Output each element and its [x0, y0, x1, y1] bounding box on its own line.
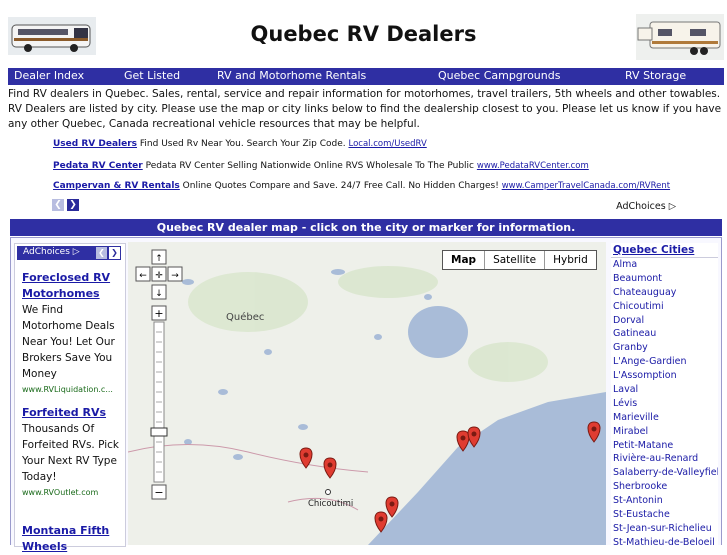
ad-text: Online Quotes Compare and Save. 24/7 Fre… [182, 181, 499, 191]
city-link[interactable]: Beaumont [611, 272, 718, 286]
ad-headline[interactable]: Forfeited RVs [22, 405, 122, 421]
map-type-satellite[interactable]: Satellite [484, 251, 544, 269]
city-link[interactable]: Lévis [611, 397, 718, 411]
city-link[interactable]: Rivière-au-Renard [611, 452, 718, 466]
ad-next-button[interactable]: ❯ [109, 247, 120, 259]
adchoices-icon: ▷ [668, 201, 676, 212]
sidebar-ad[interactable]: Foreclosed RV Motorhomes We Find Motorho… [22, 270, 122, 398]
svg-text:+: + [154, 307, 163, 320]
city-link[interactable]: Laval [611, 383, 718, 397]
svg-text:−: − [154, 486, 163, 499]
sidebar-ad[interactable]: Forfeited RVs Thousands Of Forfeited RVs… [22, 405, 122, 501]
intro-text: Find RV dealers in Quebec. Sales, rental… [8, 88, 722, 130]
city-link[interactable]: Petit-Matane [611, 439, 718, 453]
dealer-map[interactable]: Québec Chicoutimi ↑ ← ✛ → ↓ + − Map Sate… [128, 242, 606, 545]
nav-item[interactable]: Quebec Campgrounds [438, 69, 560, 82]
city-link[interactable]: Dorval [611, 314, 718, 328]
ad-prev-button[interactable]: ❮ [52, 199, 64, 211]
text-ads-block: Used RV Dealers Find Used Rv Near You. S… [48, 136, 684, 216]
city-link[interactable]: L'Assomption [611, 369, 718, 383]
ad-url[interactable]: www.RVOutlet.com [22, 485, 122, 501]
ad-headline[interactable]: Used RV Dealers [53, 139, 137, 149]
svg-text:↓: ↓ [155, 289, 163, 299]
ad-text: We Find Motorhome Deals Near You! Let Ou… [22, 304, 115, 380]
nav-item[interactable]: RV Storage [625, 69, 686, 82]
map-type-hybrid[interactable]: Hybrid [544, 251, 596, 269]
city-link[interactable]: Chicoutimi [611, 300, 718, 314]
sidebar-ad[interactable]: Montana Fifth Wheels [22, 523, 122, 555]
zoom-slider-handle[interactable] [150, 427, 168, 437]
svg-text:✛: ✛ [155, 271, 163, 281]
map-type-switcher: Map Satellite Hybrid [442, 250, 597, 270]
city-link[interactable]: St-Mathieu-de-Beloeil [611, 536, 718, 545]
ad-url[interactable]: www.CamperTravelCanada.com/RVRent [502, 181, 670, 191]
ad-headline[interactable]: Foreclosed RV Motorhomes [22, 270, 122, 302]
map-section-title: Quebec RV dealer map - click on the city… [10, 219, 722, 236]
nav-item[interactable]: RV and Motorhome Rentals [217, 69, 366, 82]
ad-url[interactable]: www.PedataRVCenter.com [477, 161, 589, 171]
ad-prev-button[interactable]: ❮ [96, 247, 107, 259]
map-canvas[interactable]: Québec Chicoutimi ↑ ← ✛ → ↓ + − [128, 242, 606, 545]
city-link[interactable]: Sherbrooke [611, 480, 718, 494]
city-list: Quebec Cities Alma Beaumont Chateauguay Chi… [611, 243, 718, 545]
city-link[interactable]: Granby [611, 341, 718, 355]
city-link[interactable]: St-Jean-sur-Richelieu [611, 522, 718, 536]
svg-text:→: → [171, 271, 179, 281]
svg-text:↑: ↑ [155, 254, 163, 264]
svg-text:←: ← [139, 271, 147, 281]
city-link[interactable]: Salaberry-de-Valleyfield [611, 466, 718, 480]
city-link[interactable]: St-Antonin [611, 494, 718, 508]
city-link[interactable]: Gatineau [611, 327, 718, 341]
city-link[interactable]: Marieville [611, 411, 718, 425]
city-link[interactable]: L'Ange-Gardien [611, 355, 718, 369]
ad-item[interactable]: Pedata RV Center Pedata RV Center Sellin… [53, 161, 589, 171]
map-label-province: Québec [226, 311, 264, 323]
nav-item[interactable]: Dealer Index [14, 69, 84, 82]
ad-next-button[interactable]: ❯ [67, 199, 79, 211]
sidebar-ads: AdChoices ▷ ❮ ❯ Foreclosed RV Motorhomes… [14, 243, 126, 553]
city-link[interactable]: Alma [611, 258, 718, 272]
map-label-city: Chicoutimi [308, 499, 353, 509]
main-nav: Dealer Index Get Listed RV and Motorhome R… [8, 68, 724, 85]
ad-text: Pedata RV Center Selling Nationwide Onli… [145, 161, 474, 171]
city-link[interactable]: St-Eustache [611, 508, 718, 522]
ad-headline[interactable]: Campervan & RV Rentals [53, 181, 180, 191]
ad-item[interactable]: Used RV Dealers Find Used Rv Near You. S… [53, 139, 427, 149]
ad-text: Thousands Of Forfeited RVs. Pick Your Ne… [22, 423, 119, 483]
adchoices-link[interactable]: AdChoices ▷ [616, 201, 676, 212]
ad-url[interactable]: Local.com/UsedRV [348, 139, 426, 149]
page-header: Quebec RV Dealers [0, 0, 727, 68]
adchoices-bar[interactable]: AdChoices ▷ ❮ ❯ [17, 246, 121, 260]
ad-headline[interactable]: Pedata RV Center [53, 161, 143, 171]
city-list-header[interactable]: Quebec Cities [611, 243, 718, 258]
fifth-wheel-image [636, 14, 724, 60]
map-type-map[interactable]: Map [443, 251, 484, 269]
city-link[interactable]: Mirabel [611, 425, 718, 439]
city-link[interactable]: Chateauguay [611, 286, 718, 300]
ad-text: Find Used Rv Near You. Search Your Zip C… [139, 139, 346, 149]
ad-item[interactable]: Campervan & RV Rentals Online Quotes Com… [53, 181, 670, 191]
ad-headline[interactable]: Montana Fifth Wheels [22, 523, 122, 555]
nav-item[interactable]: Get Listed [124, 69, 180, 82]
ad-url[interactable]: www.RVLiquidation.c... [22, 382, 122, 398]
page-title: Quebec RV Dealers [250, 22, 477, 46]
